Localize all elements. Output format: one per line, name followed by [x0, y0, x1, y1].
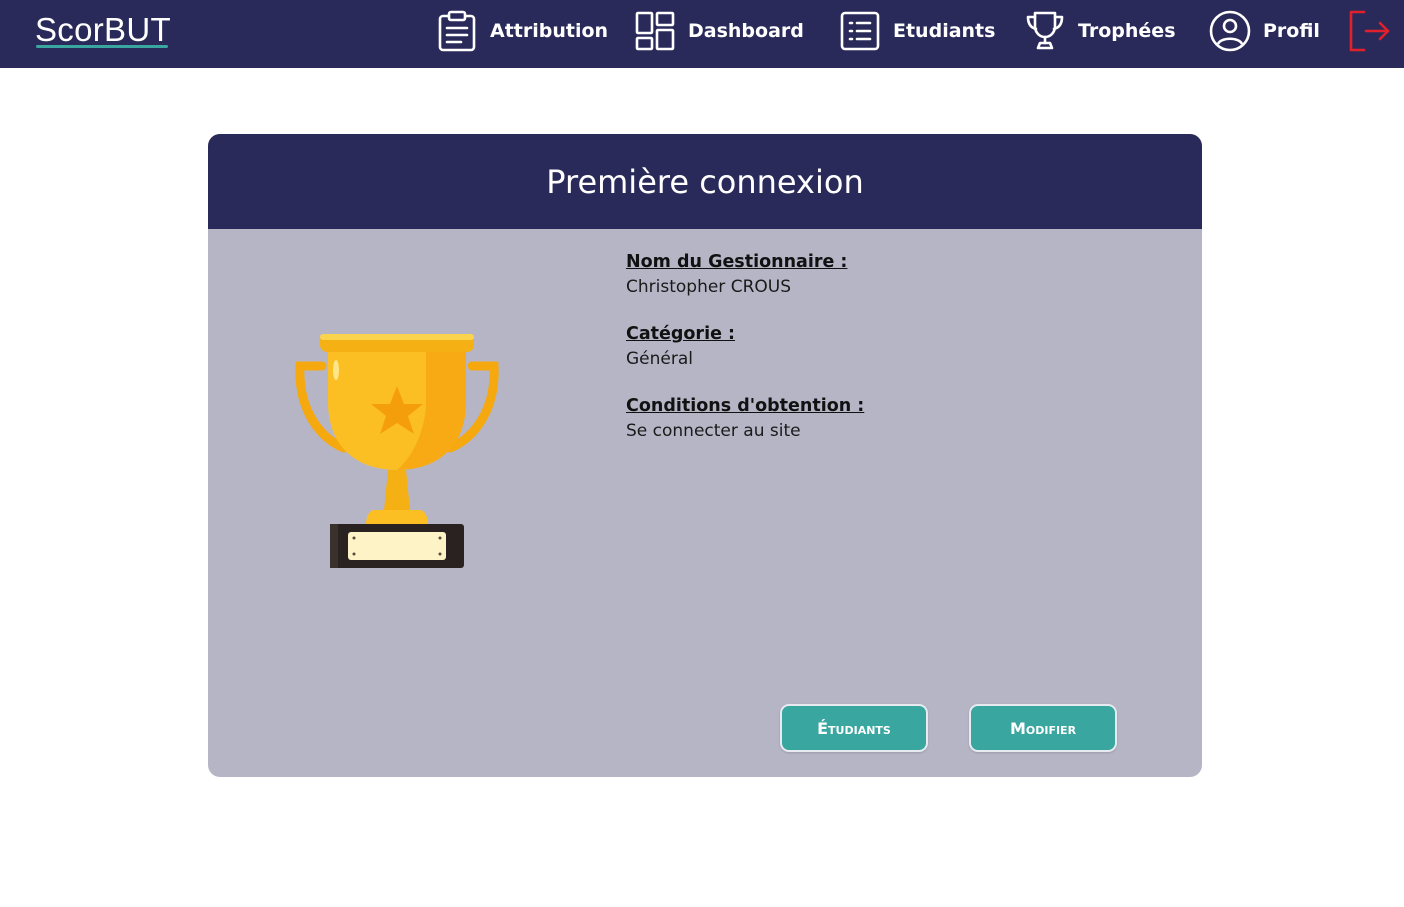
- nav-dashboard[interactable]: Dashboard: [634, 9, 804, 53]
- trophy-details: Nom du Gestionnaire : Christopher CROUS …: [626, 250, 1146, 466]
- category-label: Catégorie :: [626, 324, 736, 344]
- logout-icon[interactable]: [1348, 10, 1392, 52]
- nav-etudiants-label: Etudiants: [893, 20, 996, 42]
- trophy-icon: [1024, 10, 1066, 52]
- trophy-illustration: [292, 330, 502, 576]
- nav-trophees[interactable]: Trophées: [1024, 9, 1176, 53]
- students-button[interactable]: Étudiants: [780, 704, 928, 752]
- trophy-card: Première connexion Nom du Gestionnaire:…: [208, 134, 1202, 777]
- brand-logo[interactable]: ScorBUT: [35, 11, 171, 49]
- top-navbar: ScorBUT Attribution Dashboard Etudiants …: [0, 0, 1404, 68]
- conditions-value: Se connecter au site: [626, 421, 801, 441]
- card-header: Première connexion: [208, 134, 1202, 229]
- nav-attribution[interactable]: Attribution: [436, 9, 608, 53]
- nav-attribution-label: Attribution: [490, 20, 609, 42]
- nav-profil[interactable]: Profil: [1209, 9, 1320, 53]
- conditions-label: Conditions d'obtention :: [626, 396, 865, 416]
- nav-trophees-label: Trophées: [1078, 20, 1176, 42]
- nav-etudiants[interactable]: Etudiants: [839, 9, 995, 53]
- nav-profil-label: Profil: [1263, 20, 1320, 42]
- edit-button[interactable]: Modifier: [969, 704, 1117, 752]
- user-circle-icon: [1209, 10, 1251, 52]
- manager-name-value: Christopher CROUS: [626, 277, 791, 297]
- category-value: Général: [626, 349, 693, 369]
- card-title: Première connexion: [546, 162, 864, 201]
- manager-name-label: Nom du Gestionnaire :: [626, 252, 848, 272]
- brand-underline: [36, 45, 168, 48]
- dashboard-grid-icon: [634, 10, 676, 52]
- clipboard-icon: [436, 10, 478, 52]
- list-icon: [839, 10, 881, 52]
- nav-dashboard-label: Dashboard: [688, 20, 804, 42]
